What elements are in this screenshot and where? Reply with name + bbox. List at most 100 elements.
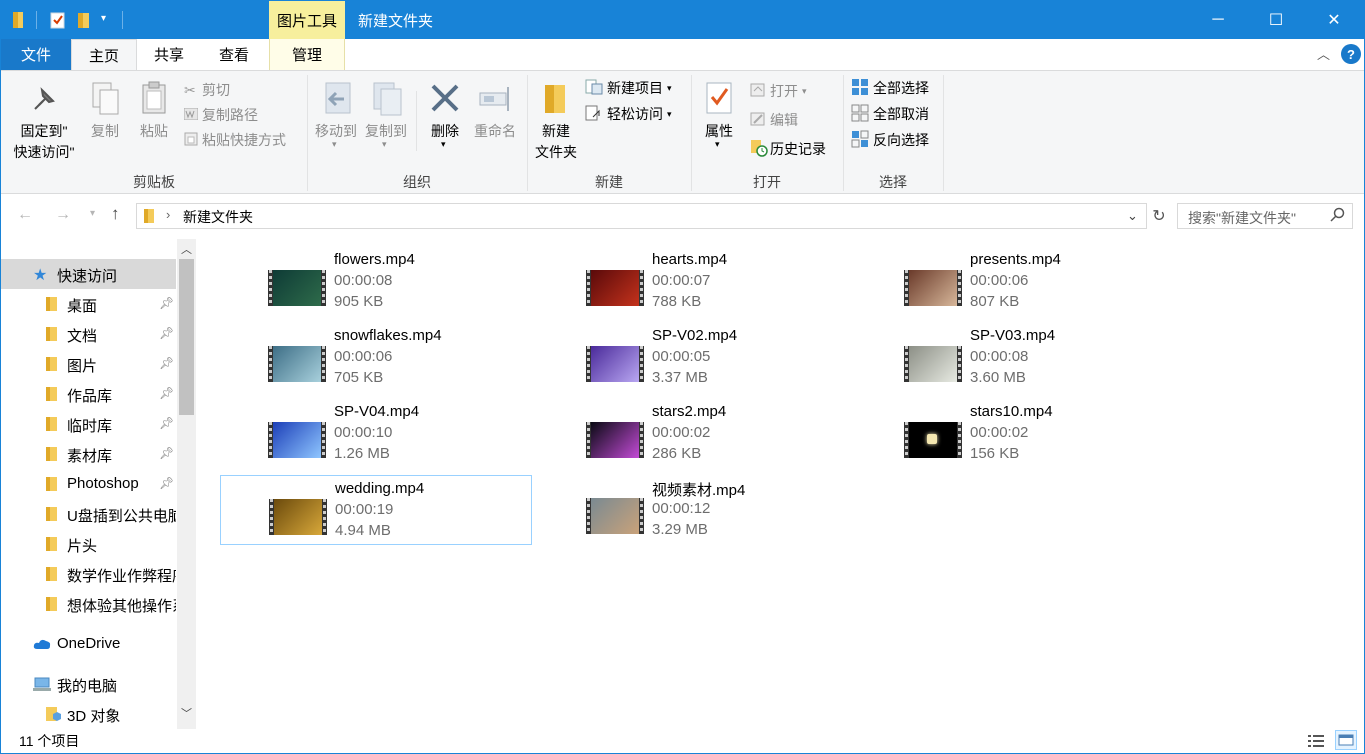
help-icon[interactable]: ?: [1341, 44, 1361, 64]
copy-button[interactable]: 复制: [85, 75, 125, 145]
new-folder-label-1: 新建: [542, 123, 570, 139]
forward-arrow-icon[interactable]: →: [55, 206, 71, 224]
cut-button[interactable]: ✂ 剪切: [184, 79, 230, 101]
address-bar[interactable]: › 新建文件夹 ⌄: [136, 203, 1147, 229]
file-size: 3.60 MB: [970, 369, 1026, 386]
nav-this-pc[interactable]: 我的电脑: [1, 669, 176, 699]
select-all-icon: [851, 78, 873, 99]
copy-path-button[interactable]: 复制路径: [183, 104, 258, 126]
copy-to-button[interactable]: 复制到 ▾: [362, 75, 410, 155]
status-bar: 11 个项目: [1, 729, 1364, 753]
select-all-button[interactable]: 全部选择: [851, 77, 929, 99]
nav-onedrive[interactable]: OneDrive: [1, 629, 176, 659]
folder-icon: [45, 296, 59, 316]
nav-folder-item[interactable]: 素材库 📌︎: [1, 439, 176, 469]
nav-folder-item[interactable]: 想体验其他操作系统: [1, 589, 176, 619]
file-item[interactable]: flowers.mp4 00:00:08 905 KB: [220, 247, 532, 317]
new-item-button[interactable]: 新建项目 ▾: [585, 77, 672, 99]
file-item[interactable]: wedding.mp4 00:00:19 4.94 MB: [220, 475, 532, 545]
properties-label: 属性: [705, 123, 733, 139]
rename-button[interactable]: 重命名: [470, 75, 520, 155]
properties-button[interactable]: 属性 ▾: [697, 75, 741, 155]
open-button[interactable]: 打开 ▾: [750, 80, 807, 102]
nav-folder-item[interactable]: Photoshop 📌︎: [1, 469, 176, 499]
delete-button[interactable]: 删除 ▾: [422, 75, 468, 155]
file-item[interactable]: 视频素材.mp4 00:00:12 3.29 MB: [538, 475, 850, 545]
nav-folder-item[interactable]: 作品库 📌︎: [1, 379, 176, 409]
chevron-down-icon: ▾: [332, 139, 337, 149]
nav-folder-item[interactable]: 数学作业作弊程序: [1, 559, 176, 589]
recent-locations-chevron-icon[interactable]: ▾: [90, 208, 95, 219]
nav-folder-item[interactable]: 图片 📌︎: [1, 349, 176, 379]
tab-home[interactable]: 主页: [71, 39, 137, 70]
pin-icon[interactable]: 📌︎: [159, 296, 174, 310]
nav-folder-item[interactable]: U盘插到公共电脑: [1, 499, 176, 529]
easy-access-button[interactable]: 轻松访问 ▾: [585, 103, 672, 125]
scrollbar-thumb[interactable]: [179, 259, 194, 415]
breadcrumb-chevron-icon[interactable]: ›: [166, 207, 170, 222]
customize-quick-access-icon[interactable]: ▾: [101, 13, 106, 24]
nav-quick-access-label: 快速访问: [57, 268, 118, 285]
window-title: 新建文件夹: [358, 13, 434, 30]
paste-button[interactable]: 粘贴: [134, 75, 174, 145]
file-item[interactable]: presents.mp4 00:00:06 807 KB: [856, 247, 1168, 317]
refresh-icon[interactable]: ↻: [1148, 203, 1170, 229]
address-history-chevron-icon[interactable]: ⌄: [1127, 208, 1138, 224]
nav-folder-item[interactable]: 临时库 📌︎: [1, 409, 176, 439]
file-item[interactable]: SP-V02.mp4 00:00:05 3.37 MB: [538, 323, 850, 393]
search-input[interactable]: 搜索"新建文件夹": [1177, 203, 1353, 229]
edit-button[interactable]: 编辑: [750, 109, 798, 131]
pin-icon[interactable]: 📌︎: [159, 356, 174, 370]
minimize-button[interactable]: ─: [1195, 1, 1241, 39]
maximize-button[interactable]: ☐: [1253, 1, 1299, 39]
close-button[interactable]: ✕: [1311, 1, 1357, 39]
move-to-button[interactable]: 移动到 ▾: [312, 75, 360, 155]
nav-folder-item[interactable]: 文档 📌︎: [1, 319, 176, 349]
tab-view[interactable]: 查看: [201, 39, 267, 70]
pin-icon[interactable]: 📌︎: [159, 416, 174, 430]
pin-icon[interactable]: 📌︎: [159, 386, 174, 400]
file-name: presents.mp4: [970, 251, 1061, 268]
collapse-ribbon-icon[interactable]: ︿: [1317, 44, 1330, 63]
separator: [122, 11, 123, 29]
breadcrumb-current[interactable]: 新建文件夹: [183, 207, 253, 227]
video-thumbnail-icon: [586, 270, 644, 306]
pin-icon[interactable]: 📌︎: [159, 476, 174, 490]
details-view-icon[interactable]: [1307, 733, 1325, 752]
file-duration: 00:00:08: [334, 272, 393, 289]
select-none-button[interactable]: 全部取消: [851, 103, 929, 125]
scroll-up-arrow-icon[interactable]: ︿: [181, 241, 192, 257]
file-item[interactable]: SP-V04.mp4 00:00:10 1.26 MB: [220, 399, 532, 469]
tab-manage[interactable]: 管理: [269, 39, 345, 70]
pin-icon[interactable]: 📌︎: [159, 326, 174, 340]
history-button[interactable]: 历史记录: [750, 138, 826, 160]
pin-to-quick-access-button[interactable]: 固定到" 快速访问": [7, 75, 81, 165]
file-item[interactable]: hearts.mp4 00:00:07 788 KB: [538, 247, 850, 317]
copy-path-icon: [183, 107, 202, 123]
new-folder-icon[interactable]: [76, 11, 92, 29]
large-icons-view-icon[interactable]: [1335, 730, 1357, 750]
cut-label: 剪切: [202, 82, 230, 98]
nav-folder-item[interactable]: 片头: [1, 529, 176, 559]
properties-icon[interactable]: [50, 11, 66, 29]
pin-icon[interactable]: 📌︎: [159, 446, 174, 460]
file-item[interactable]: SP-V03.mp4 00:00:08 3.60 MB: [856, 323, 1168, 393]
invert-selection-button[interactable]: 反向选择: [851, 129, 929, 151]
new-folder-button[interactable]: 新建 文件夹: [531, 75, 581, 161]
file-item[interactable]: snowflakes.mp4 00:00:06 705 KB: [220, 323, 532, 393]
separator: [416, 91, 417, 151]
tab-share[interactable]: 共享: [137, 39, 201, 70]
back-arrow-icon[interactable]: ←: [17, 206, 33, 224]
video-thumbnail-icon: [904, 422, 962, 458]
navpane-scrollbar[interactable]: ︿ ﹀: [177, 239, 196, 729]
paste-shortcut-button[interactable]: 粘贴快捷方式: [184, 129, 286, 151]
nav-folder-item[interactable]: 桌面 📌︎: [1, 289, 176, 319]
file-item[interactable]: stars10.mp4 00:00:02 156 KB: [856, 399, 1168, 469]
tab-file[interactable]: 文件: [1, 39, 71, 70]
up-arrow-icon[interactable]: ↑: [111, 204, 120, 224]
nav-3d-objects[interactable]: 3D 对象: [1, 699, 176, 729]
nav-quick-access[interactable]: ★ 快速访问: [1, 259, 176, 289]
file-item[interactable]: stars2.mp4 00:00:02 286 KB: [538, 399, 850, 469]
file-duration: 00:00:02: [652, 424, 711, 441]
scroll-down-arrow-icon[interactable]: ﹀: [181, 705, 192, 721]
